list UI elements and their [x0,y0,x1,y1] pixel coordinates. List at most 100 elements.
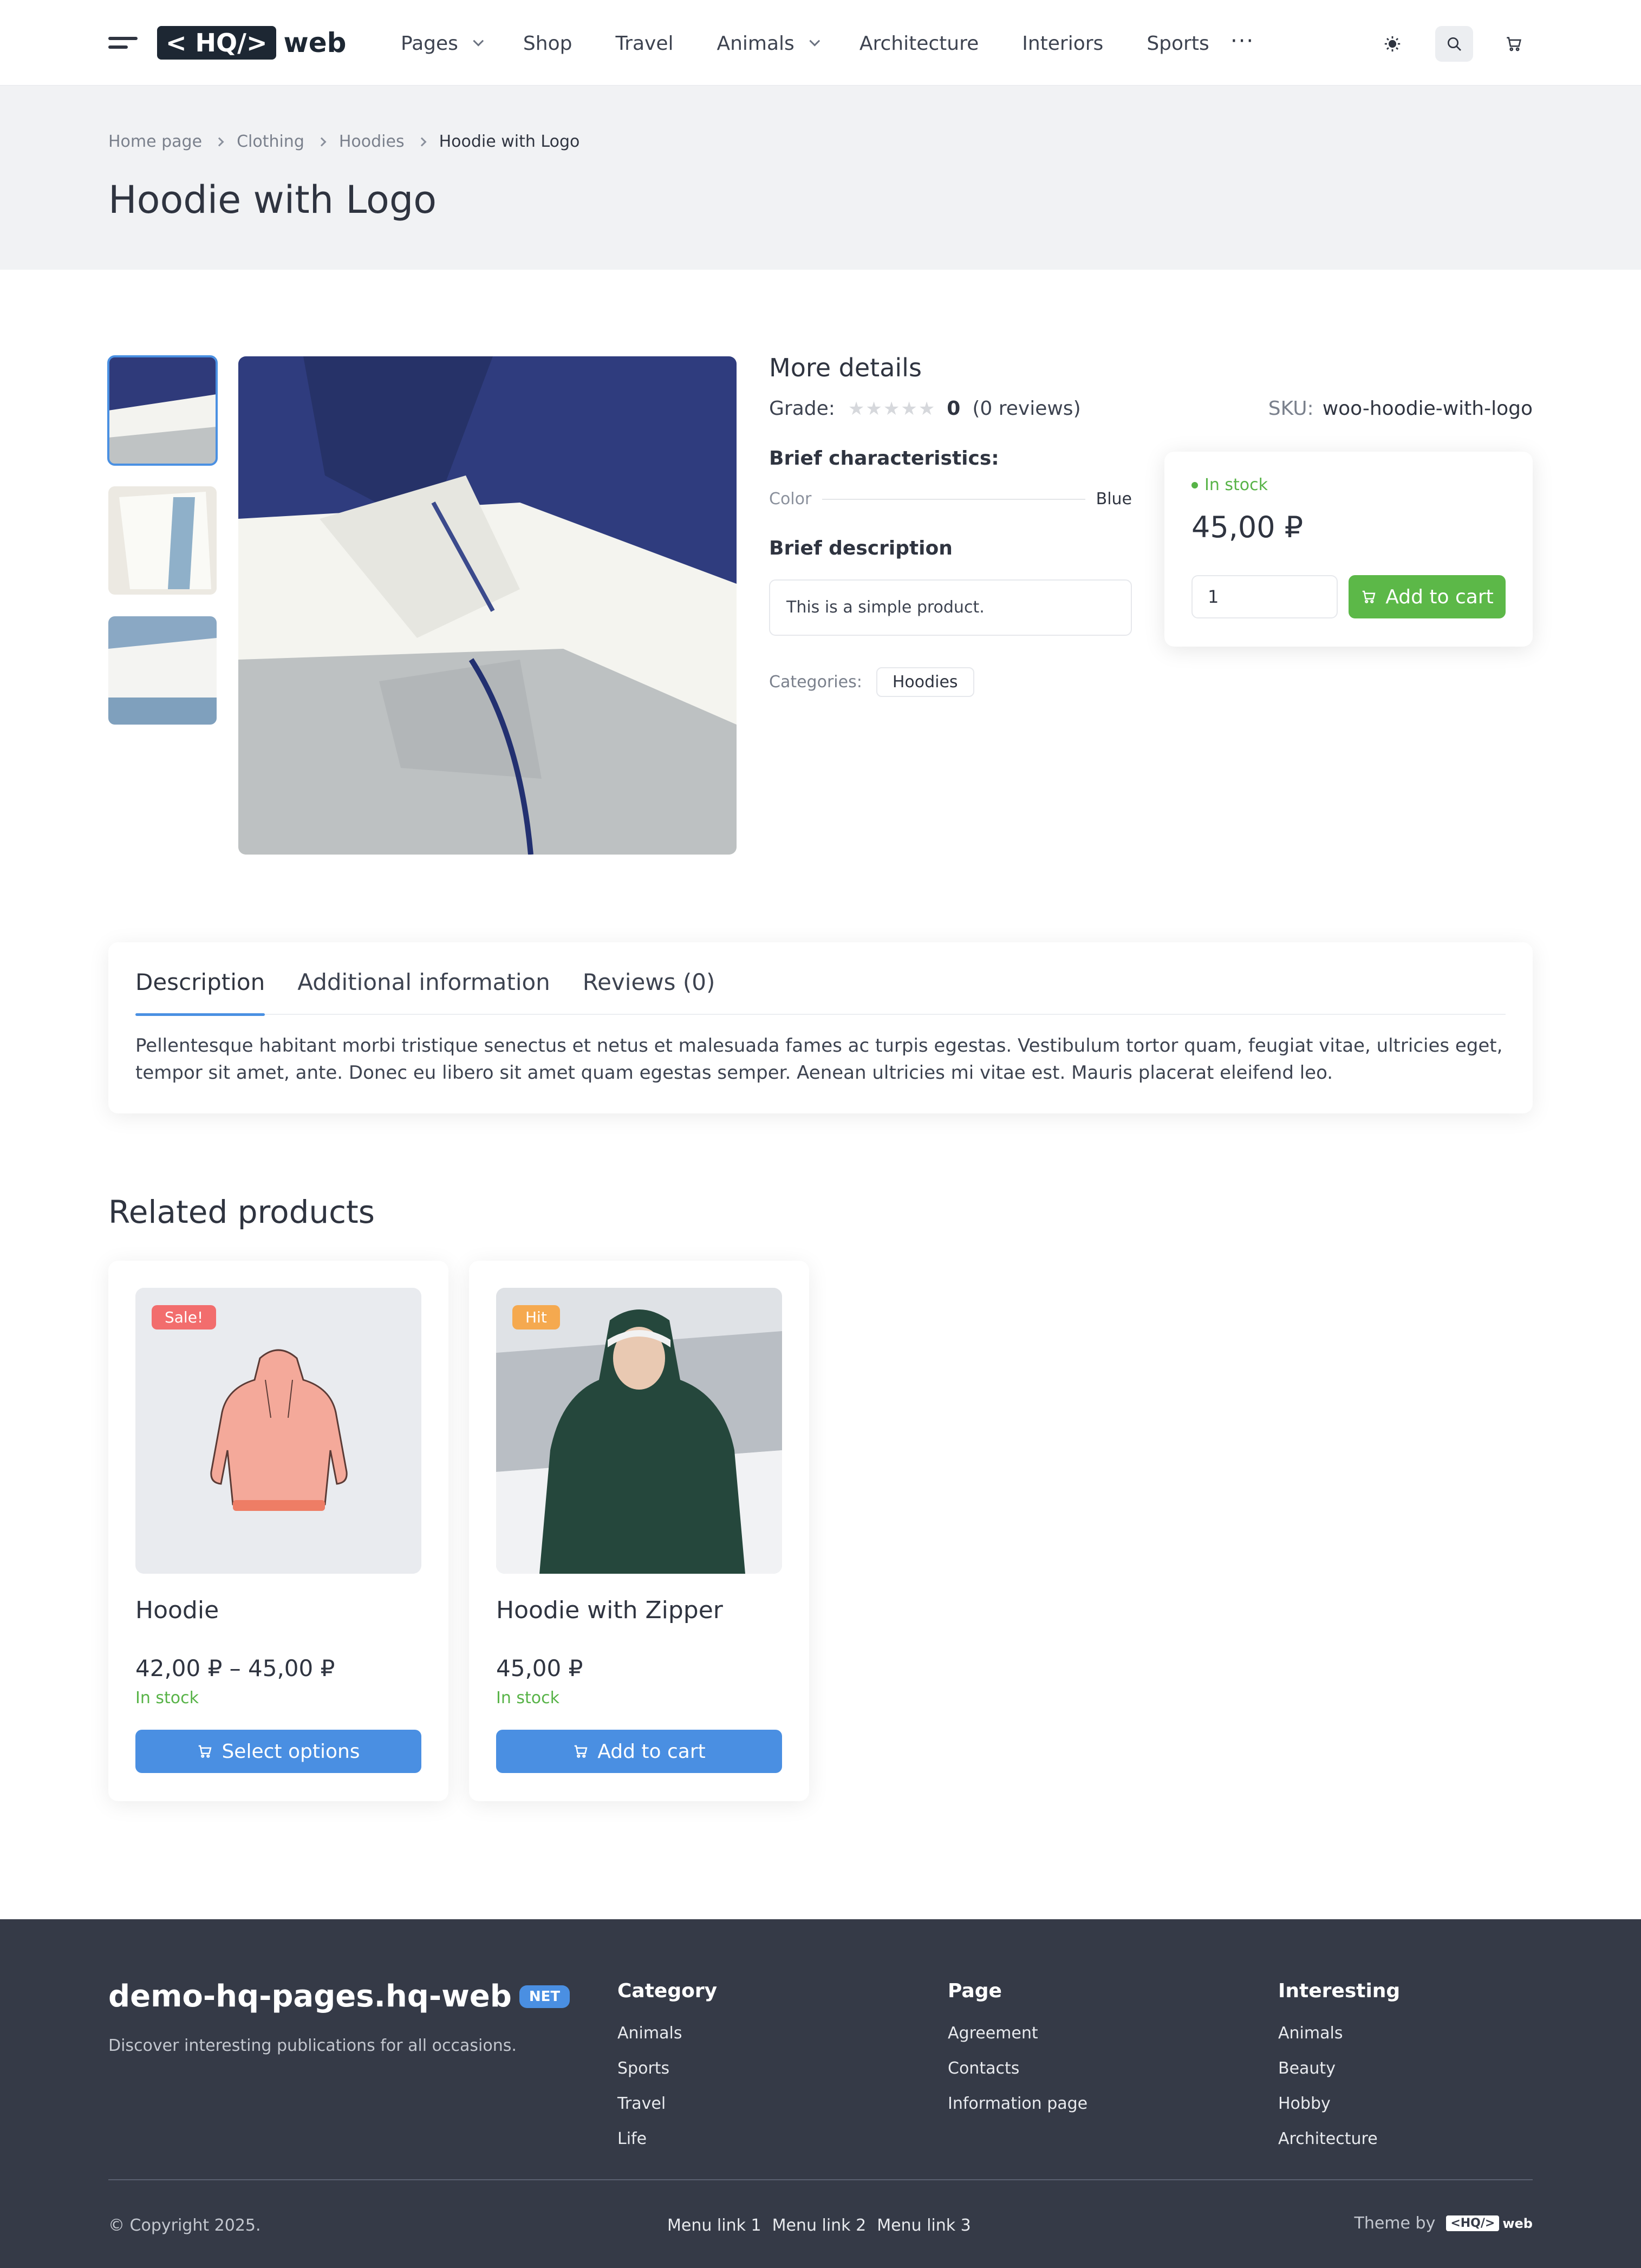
site-logo[interactable]: < HQ/> web [157,26,346,60]
rating-stars-icon: ★★★★★ [848,397,936,420]
add-to-cart-label: Add to cart [1385,585,1494,608]
characteristics-title: Brief characteristics: [769,447,999,470]
product-card-stock: In stock [496,1689,560,1707]
breadcrumb-current: Hoodie with Logo [439,132,580,151]
nav-item-architecture[interactable]: Architecture [859,32,979,55]
product-card[interactable]: Sale! Hoodie 42,00 ₽ – 45,00 ₽ In stock … [108,1261,448,1801]
category-tag[interactable]: Hoodies [876,667,974,697]
footer-link[interactable]: Contacts [948,2059,1088,2078]
gallery-thumb-3[interactable] [108,616,217,725]
footer-column-category: Category Animals Sports Travel Life [617,1980,717,2165]
footer-column-title: Interesting [1278,1980,1401,2002]
nav-item-shop[interactable]: Shop [523,32,572,55]
sku: SKU: woo-hoodie-with-logo [1268,397,1533,420]
cart-icon[interactable] [1495,26,1533,62]
add-to-cart-button[interactable]: Add to cart [496,1730,782,1773]
chevron-right-icon [317,137,327,146]
product-card-image[interactable]: Hit [496,1288,782,1574]
gallery-thumb-2[interactable] [108,486,217,595]
nav-item-pages[interactable]: Pages [401,32,484,55]
footer-menu-links: Menu link 1 Menu link 2 Menu link 3 [667,2216,982,2235]
menu-link-1[interactable]: Menu link 1 [667,2216,761,2235]
footer-link[interactable]: Beauty [1278,2059,1400,2078]
footer-column-page: Page Agreement Contacts Information page [948,1980,1088,2129]
product-card[interactable]: Hit Hoodie with Zipper 45,00 ₽ In stock … [469,1261,809,1801]
leader-line [822,498,1085,500]
button-label: Add to cart [597,1740,706,1763]
categories-row: Categories: Hoodies [769,667,974,697]
breadcrumb: Home page Clothing Hoodies Hoodie with L… [108,132,579,151]
add-to-cart-button[interactable]: Add to cart [1349,575,1506,618]
nav-item-travel[interactable]: Travel [615,32,673,55]
product-card-name[interactable]: Hoodie with Zipper [496,1596,723,1624]
nav-label: Travel [615,32,674,55]
reviews-count[interactable]: (0 reviews) [972,397,1080,420]
footer-divider [108,2179,1533,2180]
footer-link[interactable]: Travel [617,2094,717,2113]
nav-item-sports[interactable]: Sports [1147,32,1209,55]
buy-box: In stock 45,00 ₽ Add to cart [1164,452,1533,647]
tab-additional-information[interactable]: Additional information [297,964,550,1015]
footer-link[interactable]: Architecture [1278,2129,1400,2148]
footer-link[interactable]: Hobby [1278,2094,1400,2113]
product-main-image[interactable] [238,356,737,855]
menu-icon[interactable] [108,37,138,50]
theme-logo-box: <HQ/> [1446,2215,1500,2231]
menu-link-3[interactable]: Menu link 3 [877,2216,971,2235]
tab-description[interactable]: Description [135,964,265,1016]
nav-label: Shop [523,32,572,55]
more-icon[interactable]: ··· [1230,30,1254,52]
footer-link[interactable]: Sports [617,2059,717,2078]
search-icon[interactable] [1435,26,1473,62]
grade-value: 0 [947,397,961,420]
theme-by-label: Theme by [1354,2214,1436,2233]
stock-text: In stock [1204,475,1268,494]
brief-description-title: Brief description [769,537,953,559]
nav-label: Pages [401,32,458,55]
tab-reviews[interactable]: Reviews (0) [583,964,715,1015]
footer-link[interactable]: Animals [617,2024,717,2043]
sun-icon[interactable] [1373,26,1411,62]
cart-icon [575,1745,588,1758]
menu-link-2[interactable]: Menu link 2 [772,2216,867,2235]
tab-bar: Description Additional information Revie… [135,964,1506,1016]
hit-badge: Hit [512,1305,560,1329]
footer-link[interactable]: Agreement [948,2024,1088,2043]
breadcrumb-clothing[interactable]: Clothing [237,132,304,151]
tab-description-content: Pellentesque habitant morbi tristique se… [135,1035,1503,1084]
gallery-thumb-1[interactable] [107,355,218,466]
product-card-stock: In stock [135,1689,199,1707]
footer-link[interactable]: Life [617,2129,717,2148]
product-price: 45,00 ₽ [1191,510,1304,544]
quantity-input[interactable] [1191,575,1338,618]
nav-item-animals[interactable]: Animals [717,32,820,55]
cart-icon [199,1745,212,1758]
footer-site-name[interactable]: demo-hq-pages.hq-web NET [108,1979,570,2014]
footer-column-title: Category [617,1980,718,2002]
chevron-right-icon [214,137,224,146]
nav-label: Sports [1147,32,1209,55]
product-card-name[interactable]: Hoodie [135,1596,219,1624]
footer-link[interactable]: Information page [948,2094,1088,2113]
title-band: Home page Clothing Hoodies Hoodie with L… [0,86,1641,270]
footer-tagline: Discover interesting publications for al… [108,2036,517,2055]
nav-item-interiors[interactable]: Interiors [1022,32,1103,55]
nav-label: Animals [717,32,795,55]
theme-credit: Theme by <HQ/> web [1355,2214,1533,2233]
breadcrumb-home[interactable]: Home page [108,132,202,151]
copyright: © Copyright 2025. [108,2216,261,2235]
select-options-button[interactable]: Select options [135,1730,421,1773]
product-card-image[interactable]: Sale! [135,1288,421,1574]
breadcrumb-hoodies[interactable]: Hoodies [339,132,405,151]
categories-label: Categories: [769,673,862,692]
site-header: < HQ/> web Pages Shop Travel Animals Arc… [0,0,1641,86]
color-characteristic: Color Blue [769,490,1132,509]
sale-badge: Sale! [152,1305,217,1329]
brief-description: This is a simple product. [769,579,1132,636]
stock-status: In stock [1191,475,1268,494]
page-title: Hoodie with Logo [108,178,437,222]
footer-column-interesting: Interesting Animals Beauty Hobby Archite… [1278,1980,1400,2165]
footer-link[interactable]: Animals [1278,2024,1400,2043]
grade-label: Grade: [769,397,835,420]
theme-logo[interactable]: <HQ/> web [1446,2215,1533,2231]
